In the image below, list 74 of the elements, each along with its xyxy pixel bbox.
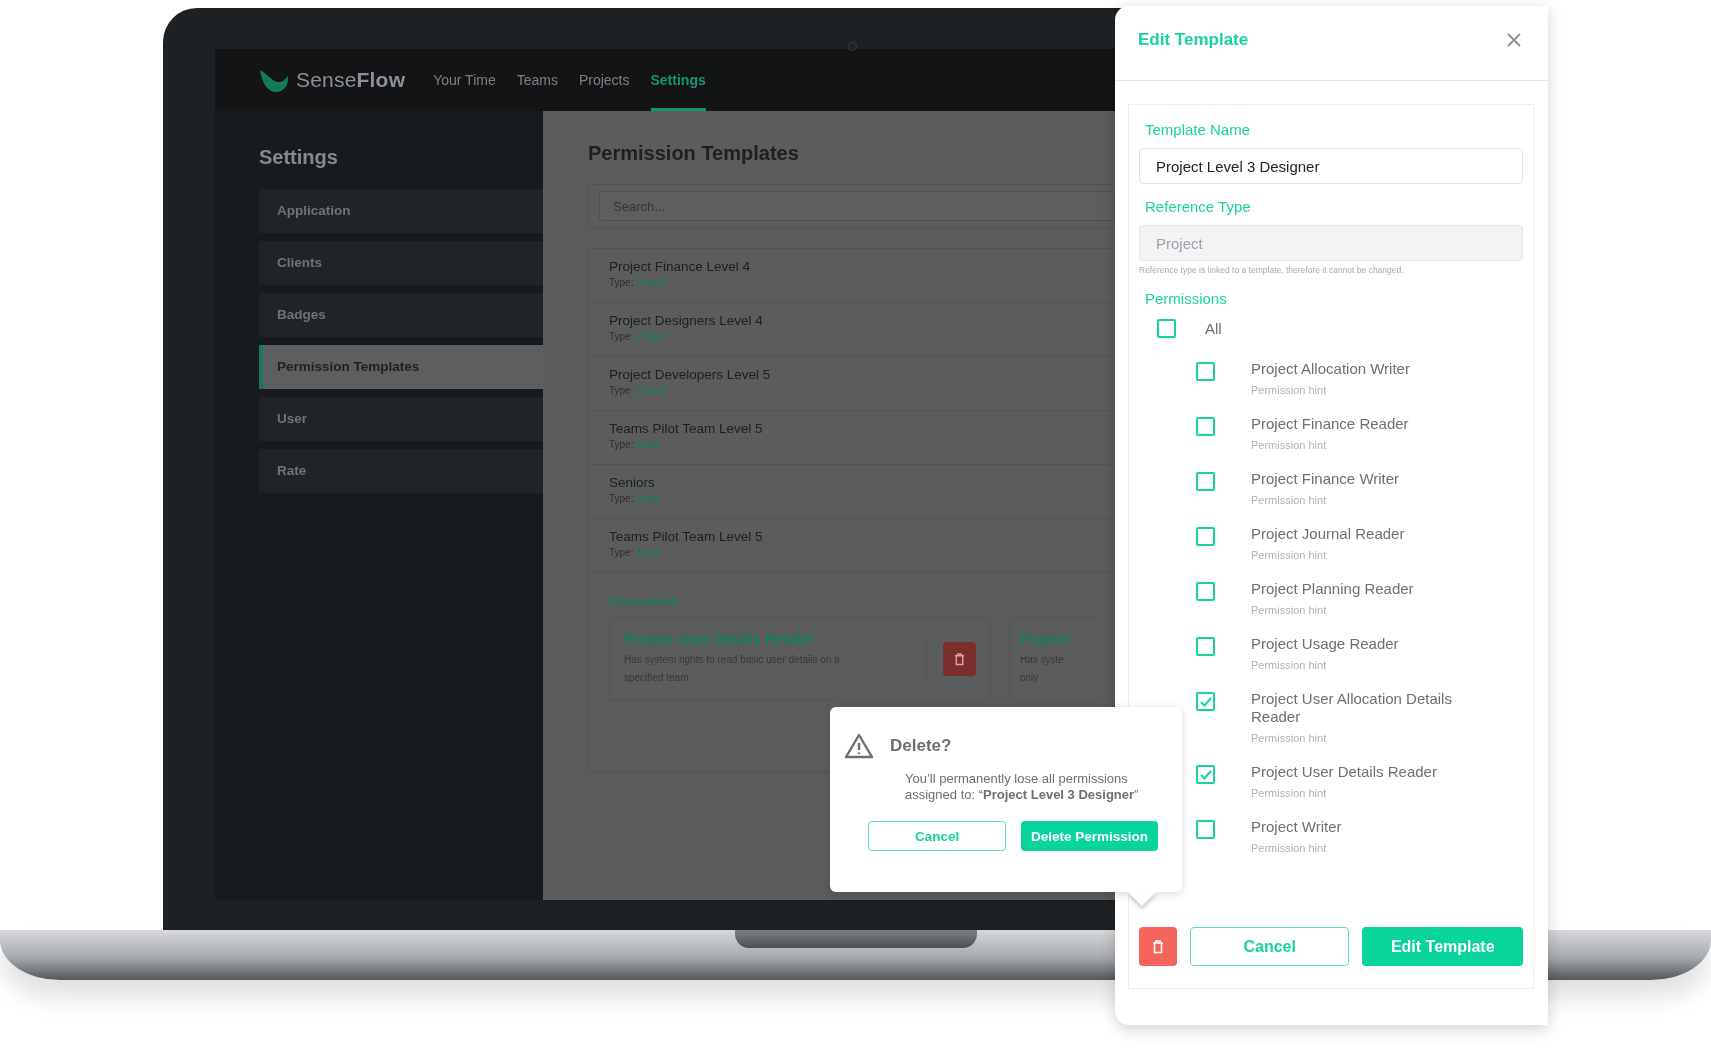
type-value: Project xyxy=(636,385,668,396)
type-value: Project xyxy=(636,277,668,288)
cancel-button[interactable]: Cancel xyxy=(868,821,1007,851)
checkbox[interactable] xyxy=(1196,765,1215,784)
permission-name: Project Finance Reader xyxy=(1251,415,1410,433)
delete-permission-button[interactable]: Delete Permission xyxy=(1021,821,1158,851)
checkbox[interactable] xyxy=(1196,637,1215,656)
field-label: Reference Type xyxy=(1145,198,1252,215)
section-label: Permissions xyxy=(609,595,679,607)
template-name: Teams Pilot Team Level 5 xyxy=(609,529,763,544)
delete-button[interactable] xyxy=(943,642,976,676)
permission-name: Project Writer xyxy=(1251,818,1343,836)
sidebar-item[interactable]: Application xyxy=(259,189,543,233)
permission-hint: Permission hint xyxy=(1251,659,1328,671)
logo-text: SenseFlow xyxy=(296,68,406,92)
trash-icon xyxy=(954,652,965,666)
permission-hint: Permission hint xyxy=(1251,549,1328,561)
field-label: Template Name xyxy=(1145,121,1252,138)
permission-hint: Permission hint xyxy=(1251,732,1328,744)
permission-name: Project User Details Reader xyxy=(1251,763,1438,781)
checkbox[interactable] xyxy=(1196,527,1215,546)
template-name: Teams Pilot Team Level 5 xyxy=(609,421,763,436)
field-label: Permissions xyxy=(1145,290,1228,307)
checkbox-label: All xyxy=(1205,320,1222,337)
template-name: Project Designers Level 4 xyxy=(609,313,763,328)
nav-tab[interactable]: Teams xyxy=(516,49,558,111)
permission-name: Project Allocation Writer xyxy=(1251,360,1411,378)
permission-title: Project xyxy=(1020,631,1071,647)
template-name: Project Finance Level 4 xyxy=(609,259,751,274)
panel-title: Edit Template xyxy=(1138,30,1249,50)
sidebar-title: Settings xyxy=(259,146,339,169)
type-value: Team xyxy=(636,547,661,558)
checkbox[interactable] xyxy=(1196,362,1215,381)
dialog-message: You’ll permanently lose all permissions assigned to: “Project Level 3 Designer” xyxy=(905,771,1140,803)
checkbox[interactable] xyxy=(1196,472,1215,491)
permission-hint: Permission hint xyxy=(1251,494,1328,506)
delete-button[interactable] xyxy=(1139,927,1177,966)
permission-hint: Permission hint xyxy=(1251,439,1328,451)
permission-name: Project User Allocation Details Reader xyxy=(1251,690,1453,726)
template-name: Project Developers Level 5 xyxy=(609,367,771,382)
nav-tab[interactable]: Projects xyxy=(578,49,630,111)
sidebar-item[interactable]: User xyxy=(259,397,543,441)
sidebar-item[interactable]: Permission Templates xyxy=(259,345,543,389)
close-icon[interactable] xyxy=(1506,32,1522,48)
sidebar-item[interactable]: Badges xyxy=(259,293,543,337)
warning-icon xyxy=(844,733,874,759)
checkbox[interactable] xyxy=(1157,319,1176,338)
permission-hint: Permission hint xyxy=(1251,384,1328,396)
permission-name: Project Usage Reader xyxy=(1251,635,1400,653)
permission-title: Project User Details Reader xyxy=(624,631,816,647)
nav-tab[interactable]: Your Time xyxy=(433,49,496,111)
permission-hint: Permission hint xyxy=(1251,787,1328,799)
dialog-title: Delete? xyxy=(890,736,952,756)
permission-hint: Permission hint xyxy=(1251,604,1328,616)
template-name-field[interactable]: Project Level 3 Designer xyxy=(1139,148,1523,184)
trash-icon xyxy=(1151,939,1164,954)
type-value: Team xyxy=(636,493,661,504)
type-value: Project xyxy=(636,331,668,342)
checkbox[interactable] xyxy=(1196,820,1215,839)
checkbox[interactable] xyxy=(1196,692,1215,711)
checkbox[interactable] xyxy=(1196,417,1215,436)
edit-template-button[interactable]: Edit Template xyxy=(1362,927,1523,966)
cancel-button[interactable]: Cancel xyxy=(1189,927,1350,966)
sidebar-item[interactable]: Rate xyxy=(259,449,543,493)
page-title: Permission Templates xyxy=(588,142,800,165)
permission-name: Project Planning Reader xyxy=(1251,580,1415,598)
permission-name: Project Finance Writer xyxy=(1251,470,1401,488)
sidebar-item[interactable]: Clients xyxy=(259,241,543,285)
checkbox[interactable] xyxy=(1196,582,1215,601)
field-hint: Reference type is linked to a template, therefore it cannot be changed. xyxy=(1139,265,1405,275)
template-name: Seniors xyxy=(609,475,655,490)
permission-name: Project Journal Reader xyxy=(1251,525,1406,543)
type-value: Team xyxy=(636,439,661,450)
permission-hint: Permission hint xyxy=(1251,842,1328,854)
